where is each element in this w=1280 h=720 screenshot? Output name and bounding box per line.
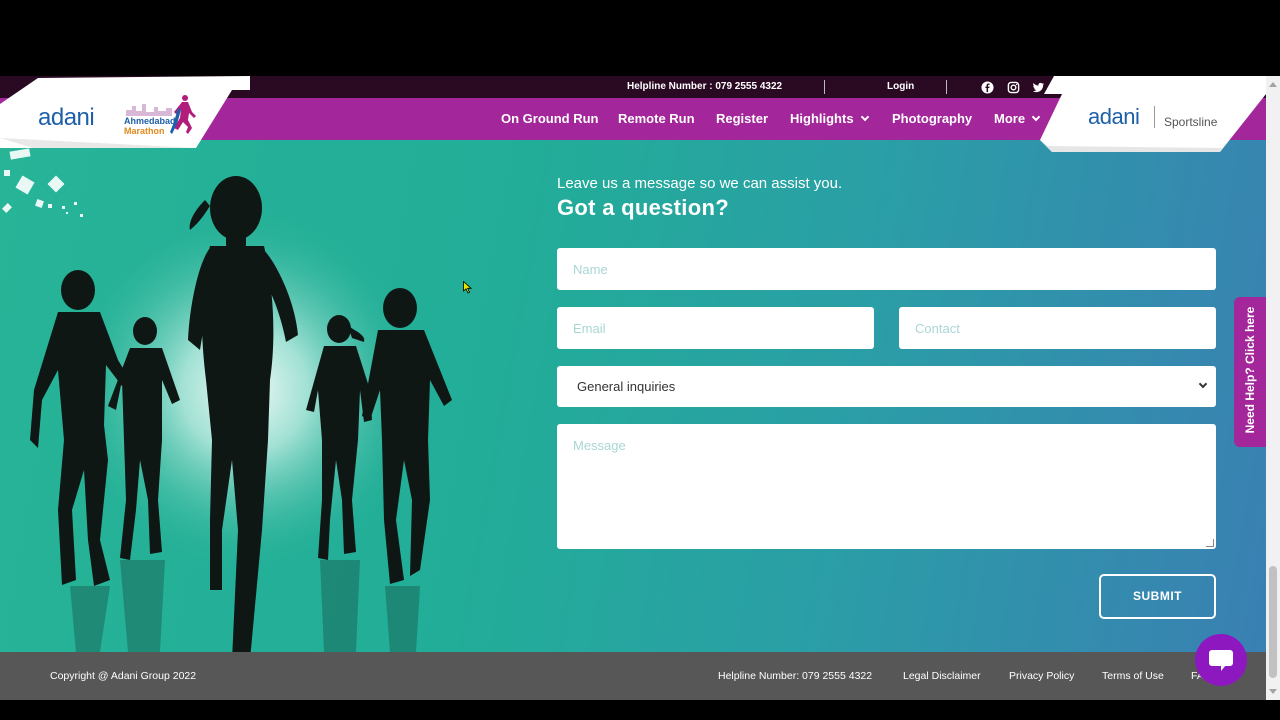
confetti-shape [4, 170, 10, 176]
login-link[interactable]: Login [887, 81, 914, 92]
footer: Copyright @ Adani Group 2022 Helpline Nu… [0, 652, 1266, 700]
topbar-helpline: Helpline Number : 079 2555 4322 [627, 81, 783, 92]
chevron-down-icon [860, 112, 869, 122]
scroll-down-icon[interactable] [1269, 689, 1277, 694]
need-help-tab[interactable]: Need Help? Click here [1234, 297, 1266, 447]
message-placeholder: Message [573, 438, 626, 453]
need-help-label: Need Help? Click here [1243, 306, 1257, 434]
name-placeholder: Name [573, 262, 608, 277]
email-field[interactable]: Email [557, 307, 874, 349]
confetti-shape [74, 202, 77, 205]
scroll-up-icon[interactable] [1269, 82, 1277, 87]
page-content: Helpline Number : 079 2555 4322 Login On… [0, 76, 1266, 700]
confetti-shape [62, 206, 65, 209]
adani-sportsline-logo[interactable]: adani Sportsline [1040, 76, 1266, 152]
nav-item-highlights[interactable]: Highlights [790, 111, 869, 126]
footer-link-privacy[interactable]: Privacy Policy [1009, 670, 1074, 682]
confetti-shape [66, 212, 68, 214]
logo-panel-shape [1040, 76, 1266, 152]
browser-viewport: Helpline Number : 079 2555 4322 Login On… [0, 76, 1280, 700]
sportsline-text: Sportsline [1164, 115, 1218, 129]
contact-field[interactable]: Contact [899, 307, 1216, 349]
adani-marathon-logo[interactable]: adani Ahmedabad Marathon [0, 76, 250, 148]
nav-item-on-ground-run[interactable]: On Ground Run [501, 111, 598, 126]
resize-handle-icon[interactable] [1206, 539, 1214, 547]
adani-logo-text: adani [1088, 104, 1140, 129]
contact-placeholder: Contact [915, 321, 960, 336]
facebook-icon[interactable] [981, 81, 994, 94]
runners-illustration [30, 176, 452, 652]
form-subheading: Leave us a message so we can assist you. [557, 175, 843, 192]
inquiry-select[interactable]: General inquiries [557, 366, 1216, 407]
nav-item-photography[interactable]: Photography [892, 111, 972, 126]
event-name-line2: Marathon [124, 126, 165, 136]
submit-button[interactable]: SUBMIT [1099, 574, 1216, 619]
name-field[interactable]: Name [557, 248, 1216, 290]
confetti-shape [48, 204, 52, 208]
form-heading: Got a question? [557, 195, 729, 220]
chevron-down-icon [1198, 379, 1208, 389]
footer-helpline: Helpline Number: 079 2555 4322 [718, 670, 873, 682]
confetti-shape [80, 214, 83, 217]
inquiry-selected-value: General inquiries [577, 379, 676, 394]
adani-logo-text: adani [38, 104, 95, 131]
runner-icon [170, 95, 196, 134]
chat-icon [1209, 650, 1233, 666]
divider [946, 80, 947, 94]
nav-item-remote-run[interactable]: Remote Run [618, 111, 695, 126]
nav-item-register[interactable]: Register [716, 111, 768, 126]
nav-item-more[interactable]: More [994, 111, 1041, 126]
nav-item-label: More [994, 111, 1026, 126]
footer-copyright: Copyright @ Adani Group 2022 [50, 670, 197, 682]
footer-link-terms[interactable]: Terms of Use [1102, 670, 1164, 682]
instagram-icon[interactable] [1007, 81, 1020, 94]
scrollbar-thumb[interactable] [1269, 566, 1277, 678]
chat-button[interactable] [1195, 634, 1247, 686]
vertical-scrollbar[interactable] [1266, 76, 1280, 700]
divider [1154, 106, 1155, 128]
mouse-cursor-icon [463, 281, 472, 294]
footer-link-legal[interactable]: Legal Disclaimer [903, 670, 981, 682]
email-placeholder: Email [573, 321, 606, 336]
divider [824, 80, 825, 94]
nav-item-label: Highlights [790, 111, 854, 126]
chat-icon-tail [1221, 665, 1226, 671]
message-field[interactable]: Message [557, 424, 1216, 549]
